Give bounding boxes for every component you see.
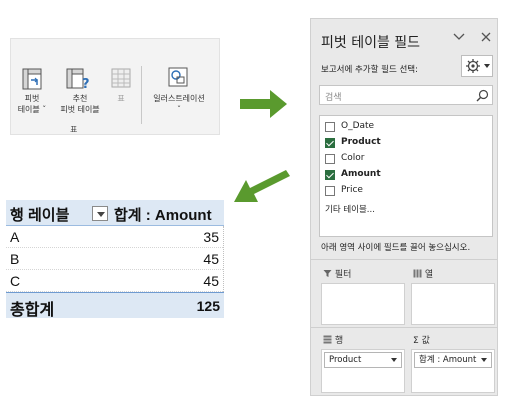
row-label: A xyxy=(10,229,20,245)
pane-title: 피벗 테이블 필드 xyxy=(321,35,421,51)
row-value: 45 xyxy=(203,251,219,267)
field-label: Product xyxy=(341,137,381,147)
grand-total-label: 총합계 xyxy=(10,302,55,319)
arrow-down-left-icon xyxy=(228,162,290,210)
drag-hint-text: 아래 영역 사이에 필드를 끌어 놓으십시오. xyxy=(321,243,471,253)
pane-subtitle: 보고서에 추가할 필드 선택: xyxy=(321,65,418,75)
table-icon[interactable] xyxy=(111,68,131,92)
columns-icon xyxy=(413,269,422,278)
columns-drop-zone[interactable] xyxy=(411,283,495,325)
rows-drop-zone[interactable]: Product xyxy=(321,349,405,393)
values-field-chip[interactable]: 합계 : Amount xyxy=(414,352,492,368)
pivot-table-button[interactable]: 피벗 테이블 ˇ xyxy=(12,93,52,115)
rows-field-chip[interactable]: Product xyxy=(324,352,402,368)
caret-down-icon[interactable] xyxy=(391,358,397,362)
grand-total-value: 125 xyxy=(196,298,220,314)
table-row[interactable]: B 45 xyxy=(6,248,223,270)
grand-total-row[interactable]: 총합계 125 xyxy=(6,292,224,319)
more-tables-link[interactable]: 기타 테이블... xyxy=(325,203,375,215)
checkbox[interactable] xyxy=(325,122,335,132)
columns-area-label: 열 xyxy=(413,267,433,280)
search-input[interactable]: 검색 xyxy=(319,85,493,105)
field-list: O_Date Product Color Amount Price 기타 테이블… xyxy=(319,115,493,237)
divider xyxy=(311,259,497,260)
row-labels-header: 행 레이블 xyxy=(10,207,70,224)
caret-down-icon[interactable] xyxy=(481,358,487,362)
rows-icon xyxy=(323,335,332,344)
divider xyxy=(311,327,497,328)
table-row[interactable]: A 35 xyxy=(6,226,223,248)
caret-down-icon xyxy=(484,64,490,68)
gear-icon xyxy=(465,58,481,78)
values-drop-zone[interactable]: 합계 : Amount xyxy=(411,349,495,393)
checkbox[interactable] xyxy=(325,186,335,196)
illustrations-button[interactable]: 일러스트레이션 ˇ xyxy=(146,93,212,115)
rows-area-label: 행 xyxy=(323,333,343,346)
ribbon-group-label: 표 xyxy=(70,125,78,134)
filter-area-text: 필터 xyxy=(334,270,352,280)
chevron-down-icon[interactable] xyxy=(453,31,465,46)
pivot-field-list-pane: 피벗 테이블 필드 보고서에 추가할 필드 선택: 검색 O_Date Prod… xyxy=(310,18,498,396)
filter-drop-zone[interactable] xyxy=(321,283,405,325)
field-label: Amount xyxy=(341,169,381,179)
checkbox-checked[interactable] xyxy=(325,138,335,148)
pivot-table: 행 레이블 합계 : Amount A 35 B 45 C 45 총합계 125 xyxy=(6,200,224,319)
arrow-right-icon xyxy=(240,88,288,124)
search-icon[interactable] xyxy=(476,89,489,102)
row-label: B xyxy=(10,251,20,267)
values-chip-label: 합계 : Amount xyxy=(419,355,477,365)
rows-area-text: 행 xyxy=(334,336,344,346)
svg-text:?: ? xyxy=(82,77,90,90)
search-placeholder: 검색 xyxy=(325,93,342,103)
illustrations-icon[interactable] xyxy=(167,66,189,92)
sum-amount-header: 합계 : Amount xyxy=(114,207,212,224)
pivot-header-row: 행 레이블 합계 : Amount xyxy=(6,200,224,226)
close-icon[interactable] xyxy=(481,31,491,46)
recommended-pivot-icon[interactable]: ? xyxy=(66,68,92,94)
checkbox-checked[interactable] xyxy=(325,170,335,180)
checkbox[interactable] xyxy=(325,154,335,164)
recommended-pivot-button[interactable]: 추천 피벗 테이블 xyxy=(54,93,106,115)
row-labels-filter-button[interactable] xyxy=(92,206,108,221)
values-area-text: 값 xyxy=(421,336,430,346)
columns-area-text: 열 xyxy=(424,270,434,280)
field-label: Price xyxy=(341,185,363,195)
row-value: 35 xyxy=(203,229,219,245)
field-label: O_Date xyxy=(341,121,375,131)
row-value: 45 xyxy=(203,273,219,289)
field-label: Color xyxy=(341,153,365,163)
pivot-table-icon[interactable] xyxy=(22,68,42,94)
table-row[interactable]: C 45 xyxy=(6,270,223,292)
values-area-label: Σ 값 xyxy=(413,333,430,346)
rows-chip-label: Product xyxy=(329,355,362,365)
table-button[interactable]: 표 xyxy=(112,93,130,104)
filter-icon xyxy=(323,270,332,277)
sigma-icon: Σ xyxy=(413,336,419,346)
ribbon-separator xyxy=(141,66,142,124)
row-label: C xyxy=(10,273,21,289)
filter-area-label: 필터 xyxy=(323,267,351,280)
tools-button[interactable] xyxy=(461,55,493,77)
